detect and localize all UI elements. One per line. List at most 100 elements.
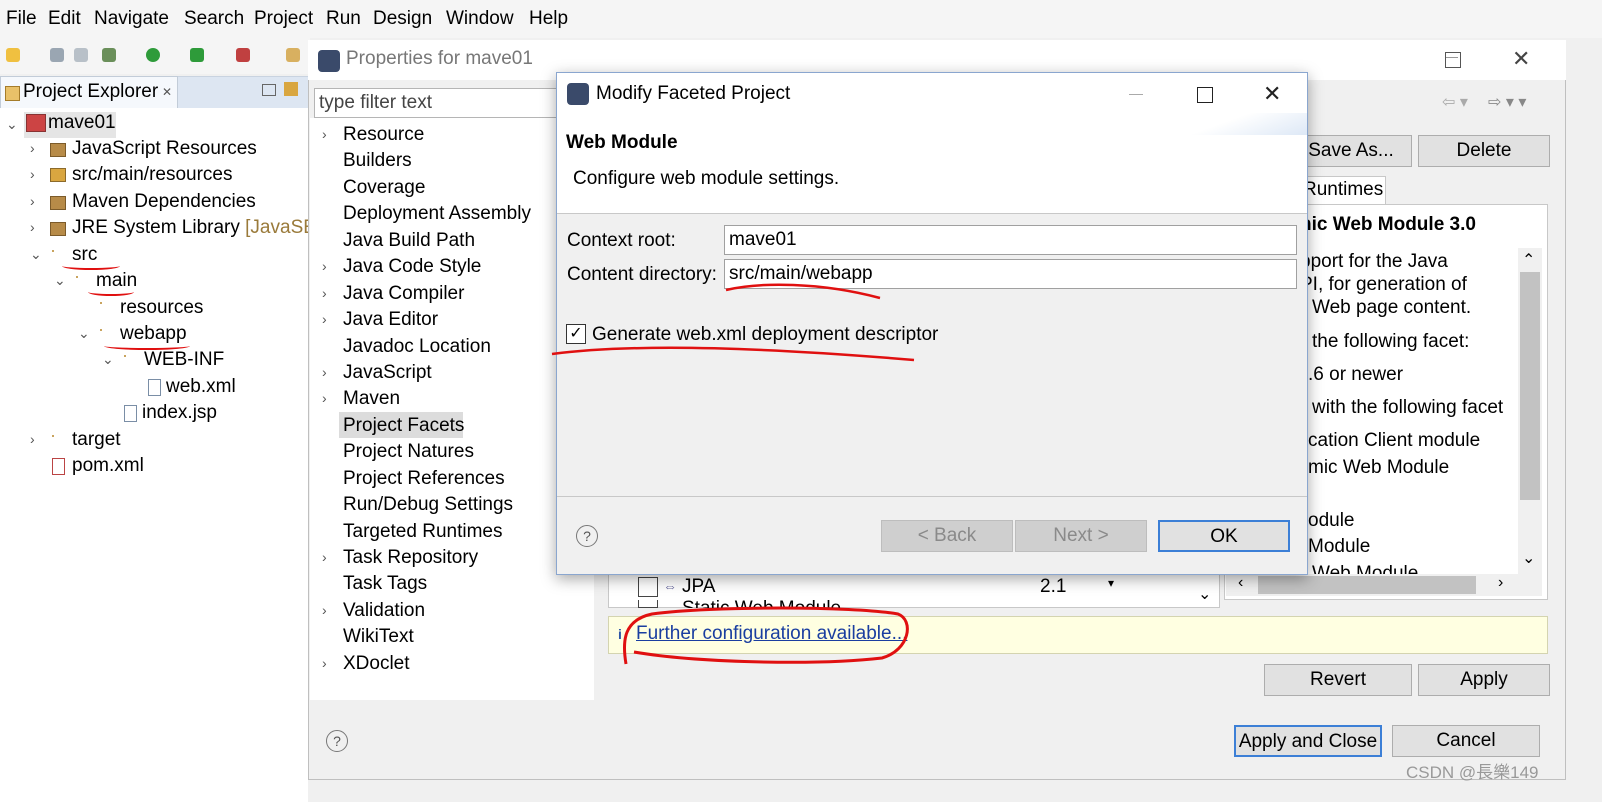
props-item-builders[interactable]: Builders: [343, 150, 412, 172]
minimize-icon[interactable]: [1129, 94, 1143, 95]
props-item-java-code-style[interactable]: Java Code Style: [343, 256, 481, 278]
props-item-java-build-path[interactable]: Java Build Path: [343, 230, 475, 252]
scroll-up-icon[interactable]: ⌃: [1522, 250, 1535, 270]
props-item-task-tags[interactable]: Task Tags: [343, 573, 427, 595]
menu-project[interactable]: Project: [254, 8, 313, 30]
chevron-down-icon[interactable]: ⌄: [54, 272, 66, 289]
next-button[interactable]: Next >: [1015, 520, 1147, 552]
collapse-all-icon[interactable]: [262, 84, 276, 96]
chevron-down-icon[interactable]: ⌄: [6, 116, 18, 133]
menu-help[interactable]: Help: [529, 8, 568, 30]
jpa-version[interactable]: 2.1: [1040, 576, 1066, 598]
tree-item-index-jsp[interactable]: index.jsp: [142, 402, 217, 424]
chevron-down-icon[interactable]: ⌄: [78, 325, 90, 342]
cancel-button[interactable]: Cancel: [1392, 725, 1540, 757]
tree-item-resources[interactable]: resources: [120, 297, 203, 319]
close-icon[interactable]: ✕: [162, 85, 172, 99]
chevron-right-icon[interactable]: ›: [322, 655, 327, 671]
chevron-right-icon[interactable]: ›: [322, 126, 327, 142]
tree-item-web-inf[interactable]: WEB-INF: [144, 349, 224, 371]
apply-button[interactable]: Apply: [1418, 664, 1550, 696]
chevron-right-icon[interactable]: ›: [322, 285, 327, 301]
tree-item-jre[interactable]: JRE System Library [JavaSE-1: [72, 217, 333, 239]
scroll-down-icon[interactable]: ⌄: [1198, 584, 1211, 604]
chevron-right-icon[interactable]: ›: [322, 258, 327, 274]
props-item-project-natures[interactable]: Project Natures: [343, 441, 474, 463]
menu-search[interactable]: Search: [184, 8, 244, 30]
chevron-right-icon[interactable]: ›: [322, 311, 327, 327]
tree-item-js-resources[interactable]: JavaScript Resources: [72, 138, 257, 160]
save-icon[interactable]: [50, 48, 64, 62]
back-button[interactable]: < Back: [881, 520, 1013, 552]
revert-button[interactable]: Revert: [1264, 664, 1412, 696]
external-tools-icon[interactable]: [236, 48, 250, 62]
props-item-xdoclet[interactable]: XDoclet: [343, 653, 410, 675]
debug-icon[interactable]: [102, 48, 116, 62]
forward-nav-icon[interactable]: ⇨ ▾ ▾: [1488, 92, 1526, 112]
tree-item-src-main-resources[interactable]: src/main/resources: [72, 164, 233, 186]
jpa-checkbox[interactable]: [638, 577, 658, 597]
context-root-input[interactable]: mave01: [724, 225, 1297, 255]
run-icon[interactable]: [146, 48, 160, 62]
delete-button[interactable]: Delete: [1418, 135, 1550, 167]
close-icon[interactable]: ✕: [1263, 81, 1281, 107]
props-item-task-repository[interactable]: Task Repository: [343, 547, 478, 569]
apply-and-close-button[interactable]: Apply and Close: [1234, 725, 1382, 757]
chevron-right-icon[interactable]: ›: [322, 602, 327, 618]
chevron-down-icon[interactable]: ⌄: [30, 246, 42, 263]
tree-item-target[interactable]: target: [72, 429, 121, 451]
props-item-validation[interactable]: Validation: [343, 600, 425, 622]
chevron-right-icon[interactable]: ›: [30, 193, 35, 209]
props-item-deployment-assembly[interactable]: Deployment Assembly: [343, 203, 531, 225]
chevron-right-icon[interactable]: ›: [322, 549, 327, 565]
chevron-right-icon[interactable]: ›: [30, 219, 35, 235]
scroll-down-icon[interactable]: ⌄: [1522, 548, 1535, 568]
link-editor-icon[interactable]: [284, 82, 298, 96]
props-item-resource[interactable]: Resource: [343, 124, 424, 146]
scroll-right-icon[interactable]: ›: [1498, 574, 1503, 592]
chevron-right-icon[interactable]: ›: [322, 364, 327, 380]
coverage-icon[interactable]: [190, 48, 204, 62]
close-icon[interactable]: ✕: [1512, 46, 1530, 72]
filter-input[interactable]: type filter text: [314, 88, 564, 118]
chevron-down-icon[interactable]: ⌄: [102, 351, 114, 368]
back-nav-icon[interactable]: ⇦ ▾: [1442, 92, 1468, 112]
save-as-button[interactable]: Save As...: [1290, 135, 1412, 167]
version-dropdown-icon[interactable]: ▾: [1108, 576, 1114, 590]
props-item-coverage[interactable]: Coverage: [343, 177, 425, 199]
tab-project-explorer[interactable]: Project Explorer ✕: [0, 76, 178, 108]
props-item-java-editor[interactable]: Java Editor: [343, 309, 438, 331]
ok-button[interactable]: OK: [1158, 520, 1290, 552]
menu-design[interactable]: Design: [373, 8, 432, 30]
props-item-wikitext[interactable]: WikiText: [343, 626, 414, 648]
tree-item-web-xml[interactable]: web.xml: [166, 376, 236, 398]
chevron-right-icon[interactable]: ›: [322, 390, 327, 406]
props-item-javadoc-location[interactable]: Javadoc Location: [343, 336, 491, 358]
maximize-icon[interactable]: [1197, 87, 1213, 103]
help-icon[interactable]: ?: [326, 730, 348, 752]
save-all-icon[interactable]: [74, 48, 88, 62]
props-item-javascript[interactable]: JavaScript: [343, 362, 432, 384]
props-item-java-compiler[interactable]: Java Compiler: [343, 283, 464, 305]
chevron-right-icon[interactable]: ›: [30, 431, 35, 447]
scrollbar-thumb[interactable]: [1520, 272, 1540, 500]
props-item-project-references[interactable]: Project References: [343, 468, 505, 490]
menu-file[interactable]: File: [6, 8, 37, 30]
scroll-left-icon[interactable]: ‹: [1238, 574, 1243, 592]
maximize-icon[interactable]: [1445, 52, 1461, 68]
tree-item-pom-xml[interactable]: pom.xml: [72, 455, 144, 477]
menu-edit[interactable]: Edit: [48, 8, 81, 30]
menu-window[interactable]: Window: [446, 8, 514, 30]
new-icon[interactable]: [6, 48, 20, 62]
props-item-run-debug-settings[interactable]: Run/Debug Settings: [343, 494, 513, 516]
props-item-project-facets[interactable]: Project Facets: [343, 415, 464, 437]
props-item-targeted-runtimes[interactable]: Targeted Runtimes: [343, 521, 502, 543]
chevron-right-icon[interactable]: ›: [30, 166, 35, 182]
chevron-right-icon[interactable]: ›: [30, 140, 35, 156]
props-item-maven[interactable]: Maven: [343, 388, 400, 410]
hscrollbar-thumb[interactable]: [1258, 576, 1476, 594]
tree-item-maven-dependencies[interactable]: Maven Dependencies: [72, 191, 256, 213]
menu-run[interactable]: Run: [326, 8, 361, 30]
tree-item-mave01[interactable]: mave01: [48, 112, 116, 134]
open-type-icon[interactable]: [286, 48, 300, 62]
